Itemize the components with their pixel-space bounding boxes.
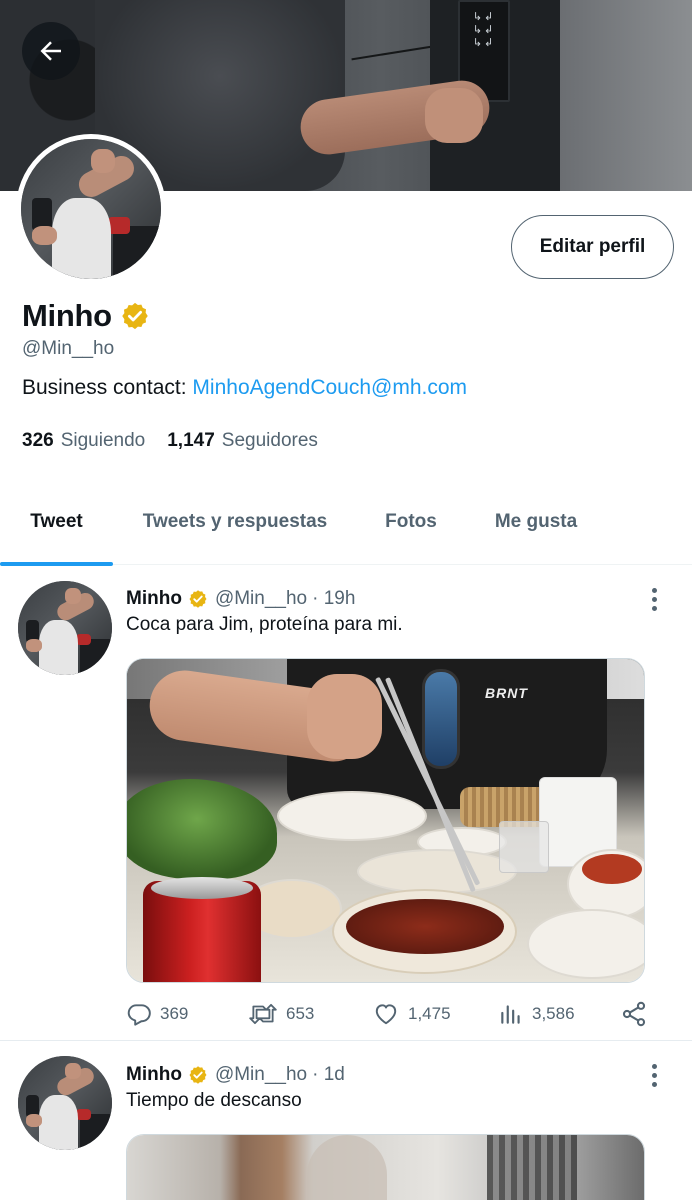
back-arrow-icon <box>40 41 61 61</box>
tweet-timestamp[interactable]: · 1d <box>312 1064 345 1086</box>
edit-profile-button[interactable]: Editar perfil <box>511 215 674 279</box>
retweet-icon <box>249 1003 277 1025</box>
tab-likes[interactable]: Me gusta <box>465 478 607 565</box>
reply-count: 369 <box>160 1004 189 1023</box>
more-options-button[interactable] <box>640 1060 668 1090</box>
tab-tweets-replies[interactable]: Tweets y respuestas <box>113 478 357 565</box>
tweet-avatar[interactable] <box>18 1056 112 1150</box>
tweet-text: Coca para Jim, proteína para mi. <box>126 614 403 635</box>
verified-badge-icon <box>189 1066 207 1084</box>
share-icon <box>622 1001 646 1027</box>
tweet-author-name[interactable]: Minho <box>126 1064 182 1086</box>
back-button[interactable] <box>22 22 80 80</box>
tweet[interactable]: Minho @Min__ho · 19h Coca para Jim, prot… <box>0 566 692 1041</box>
heart-icon <box>375 1004 397 1025</box>
profile-handle: @Min__ho <box>22 338 115 359</box>
verified-badge-icon <box>122 302 148 330</box>
profile-stats: 326 Siguiendo 1,147 Seguidores <box>22 430 318 452</box>
profile-tabs: Tweet Tweets y respuestas Fotos Me gusta <box>0 478 692 566</box>
views-button[interactable]: 3,586 <box>498 1001 575 1027</box>
tweet-timestamp[interactable]: · 19h <box>312 588 355 610</box>
followers-stat[interactable]: 1,147 Seguidores <box>167 430 318 452</box>
views-icon <box>501 1005 520 1024</box>
retweet-count: 653 <box>286 1004 315 1023</box>
profile-bio: Business contact: MinhoAgendCouch@mh.com <box>22 376 468 399</box>
tweet-avatar[interactable] <box>18 581 112 675</box>
following-stat[interactable]: 326 Siguiendo <box>22 430 145 452</box>
bio-email-link[interactable]: MinhoAgendCouch@mh.com <box>192 376 467 399</box>
shirt-logo: BRNT <box>485 685 528 701</box>
tweet-text: Tiempo de descanso <box>126 1090 302 1111</box>
tweet-photo[interactable]: BRNT <box>126 658 645 983</box>
tab-photos[interactable]: Fotos <box>357 478 465 565</box>
share-button[interactable] <box>620 1000 648 1028</box>
verified-badge-icon <box>189 590 207 608</box>
tweet-author-handle[interactable]: @Min__ho <box>215 588 307 610</box>
retweet-button[interactable]: 653 <box>248 1001 314 1027</box>
tweet-author-handle[interactable]: @Min__ho <box>215 1064 307 1086</box>
tab-tweet[interactable]: Tweet <box>0 478 113 566</box>
tweet-header: Minho @Min__ho · 19h <box>126 588 355 610</box>
tweet-author-name[interactable]: Minho <box>126 588 182 610</box>
display-name-row: Minho <box>22 298 150 334</box>
profile-avatar[interactable] <box>16 134 166 284</box>
more-options-button[interactable] <box>640 584 668 614</box>
like-button[interactable]: 1,475 <box>372 1001 451 1027</box>
profile-page: ↳↲ ↳↲ ↳↲ Editar perfil Minho @Min__ho Bu… <box>0 0 692 1200</box>
more-vertical-icon <box>651 1063 657 1069</box>
like-count: 1,475 <box>408 1004 451 1023</box>
tweet-header: Minho @Min__ho · 1d <box>126 1064 345 1086</box>
display-name: Minho <box>22 298 112 333</box>
views-count: 3,586 <box>532 1004 575 1023</box>
more-vertical-icon <box>651 587 657 593</box>
tweet[interactable]: Minho @Min__ho · 1d Tiempo de descanso <box>0 1042 692 1200</box>
tweet-photo[interactable] <box>126 1134 645 1200</box>
reply-button[interactable]: 369 <box>126 1001 188 1027</box>
reply-icon <box>127 1004 151 1026</box>
tweet-actions: 369 653 1,475 3,586 <box>126 996 656 1032</box>
